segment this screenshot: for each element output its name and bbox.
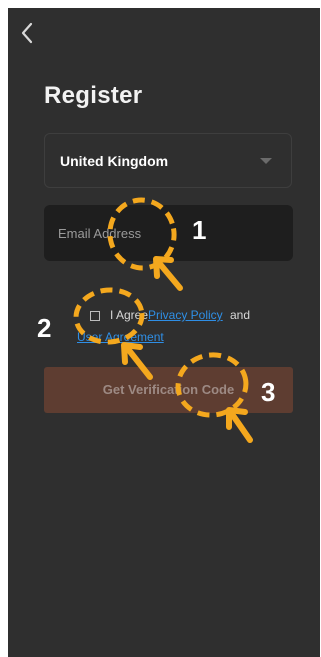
user-agreement-link[interactable]: User Agreement xyxy=(77,330,164,344)
step-number-2: 2 xyxy=(37,313,52,343)
step-number-1: 1 xyxy=(192,215,207,245)
register-screen: Register United Kingdom I Agree Privacy … xyxy=(8,8,320,657)
back-button[interactable] xyxy=(16,20,40,46)
country-value: United Kingdom xyxy=(60,153,169,169)
email-field[interactable] xyxy=(44,205,293,261)
get-verification-code-button[interactable]: Get Verification Code xyxy=(44,367,293,413)
agree-text: I Agree xyxy=(110,308,149,322)
chevron-left-icon xyxy=(21,22,33,44)
step-number-3: 3 xyxy=(261,377,276,407)
agree-checkbox[interactable] xyxy=(90,311,100,321)
country-select[interactable]: United Kingdom xyxy=(44,133,292,188)
page-title: Register xyxy=(44,82,143,109)
chevron-down-icon xyxy=(260,158,272,164)
privacy-policy-link[interactable]: Privacy Policy xyxy=(148,308,223,322)
and-text: and xyxy=(230,308,251,322)
